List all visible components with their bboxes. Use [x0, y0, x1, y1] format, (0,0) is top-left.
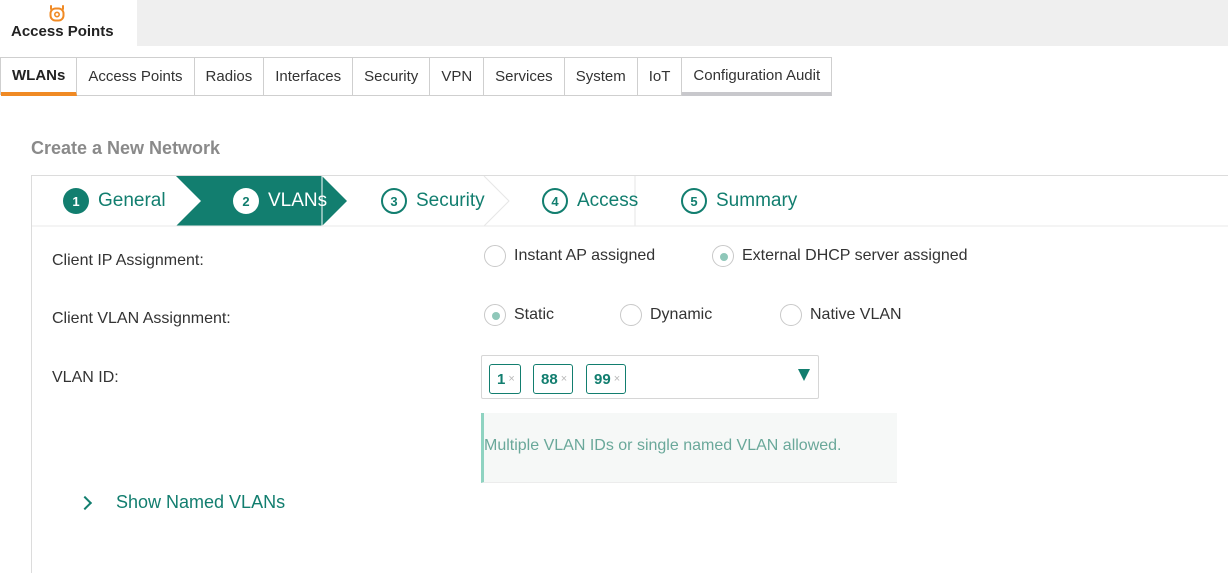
wizard-step-general[interactable]: 1 General	[63, 176, 166, 226]
chip-value: 88	[541, 370, 558, 388]
vlan-id-label: VLAN ID:	[52, 369, 119, 386]
tab-wlans[interactable]: WLANs	[1, 58, 78, 96]
tab-radios[interactable]: Radios	[194, 58, 265, 96]
tab-vpn[interactable]: VPN	[430, 58, 485, 96]
vlan-hint-text: Multiple VLAN IDs or single named VLAN a…	[484, 437, 842, 454]
tab-iot[interactable]: IoT	[637, 58, 683, 96]
radio-instant-ap-assigned[interactable]: Instant AP assigned	[484, 245, 655, 267]
main-tab-bar: WLANs Access Points Radios Interfaces Se…	[0, 57, 833, 96]
radio-external-dhcp[interactable]: External DHCP server assigned	[712, 245, 968, 267]
dropdown-arrow-icon[interactable]	[798, 369, 810, 381]
app-title: Access Points	[11, 23, 114, 40]
radio-circle-selected	[712, 245, 734, 267]
chip-remove-icon[interactable]: ×	[614, 373, 620, 385]
client-vlan-label: Client VLAN Assignment:	[52, 310, 231, 327]
tab-security[interactable]: Security	[353, 58, 431, 96]
chevron-right-icon	[77, 495, 93, 510]
tab-system[interactable]: System	[564, 58, 638, 96]
vlan-chip[interactable]: 1 ×	[489, 364, 521, 394]
step-number: 5	[681, 188, 707, 214]
chip-remove-icon[interactable]: ×	[561, 373, 567, 385]
step-number: 4	[542, 188, 568, 214]
top-header-band	[0, 0, 1228, 46]
tab-services[interactable]: Services	[484, 58, 565, 96]
radio-circle-selected	[484, 304, 506, 326]
radio-circle	[484, 245, 506, 267]
step-label: General	[98, 190, 166, 211]
vlan-chip[interactable]: 99 ×	[586, 364, 627, 394]
radio-dynamic[interactable]: Dynamic	[620, 304, 712, 326]
radio-static[interactable]: Static	[484, 304, 554, 326]
radio-circle	[620, 304, 642, 326]
wizard-steps: 1 General 2 VLANs 3 Security 4 Access 5 …	[31, 175, 1228, 227]
show-named-vlans-toggle[interactable]: Show Named VLANs	[77, 492, 286, 513]
radio-label: External DHCP server assigned	[742, 247, 968, 264]
chip-value: 1	[497, 370, 506, 388]
wizard-step-access[interactable]: 4 Access	[542, 176, 638, 226]
vlan-id-multiselect[interactable]: 1 × 88 × 99 ×	[481, 355, 819, 399]
access-point-icon	[49, 5, 65, 22]
step-label: Security	[416, 190, 485, 211]
client-ip-label: Client IP Assignment:	[52, 252, 204, 269]
radio-label: Static	[514, 306, 555, 323]
chip-value: 99	[594, 370, 611, 388]
radio-label: Instant AP assigned	[514, 247, 656, 264]
tab-access-points[interactable]: Access Points	[77, 58, 195, 96]
step-number: 1	[63, 188, 89, 214]
step-number: 2	[233, 188, 259, 214]
step-number: 3	[381, 188, 407, 214]
step-label: Access	[577, 190, 639, 211]
show-named-vlans-label: Show Named VLANs	[116, 492, 286, 512]
wizard-step-vlans[interactable]: 2 VLANs	[233, 176, 327, 226]
radio-circle	[780, 304, 802, 326]
radio-label: Native VLAN	[810, 306, 902, 323]
wizard-step-security[interactable]: 3 Security	[381, 176, 485, 226]
step-label: VLANs	[268, 190, 328, 211]
step-label: Summary	[716, 190, 798, 211]
vlan-chip[interactable]: 88 ×	[533, 364, 574, 394]
tab-interfaces[interactable]: Interfaces	[264, 58, 354, 96]
form-panel	[31, 226, 1228, 573]
app-tile[interactable]: Access Points	[0, 0, 137, 46]
tab-configuration-audit[interactable]: Configuration Audit	[682, 58, 833, 96]
chip-remove-icon[interactable]: ×	[508, 373, 514, 385]
wizard-step-summary[interactable]: 5 Summary	[681, 176, 797, 226]
radio-label: Dynamic	[650, 306, 713, 323]
vlan-hint-box: Multiple VLAN IDs or single named VLAN a…	[481, 413, 897, 483]
radio-native-vlan[interactable]: Native VLAN	[780, 304, 902, 326]
page-title: Create a New Network	[31, 138, 221, 158]
